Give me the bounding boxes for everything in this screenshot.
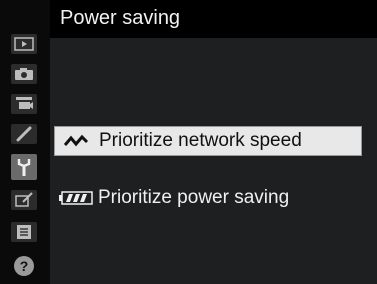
sidebar: ? — [0, 0, 50, 284]
svg-text:?: ? — [20, 258, 29, 274]
playback-menu-icon[interactable] — [11, 34, 37, 54]
help-icon[interactable]: ? — [11, 254, 37, 278]
battery-icon — [54, 183, 98, 213]
option-prioritize-network-speed[interactable]: Prioritize network speed — [54, 126, 362, 156]
retouch-menu-icon[interactable] — [11, 190, 37, 210]
photo-shooting-menu-icon[interactable] — [11, 64, 37, 84]
option-label: Prioritize power saving — [98, 187, 290, 208]
movie-shooting-menu-icon[interactable] — [11, 94, 37, 114]
options-panel — [50, 38, 377, 284]
custom-settings-pencil-icon[interactable] — [11, 124, 37, 144]
option-label: Prioritize network speed — [99, 130, 302, 151]
option-prioritize-power-saving[interactable]: Prioritize power saving — [54, 183, 362, 213]
network-speed-icon — [55, 126, 99, 156]
my-menu-icon[interactable] — [11, 222, 37, 242]
page-title: Power saving — [60, 7, 181, 29]
setup-menu-wrench-icon[interactable] — [11, 154, 37, 180]
